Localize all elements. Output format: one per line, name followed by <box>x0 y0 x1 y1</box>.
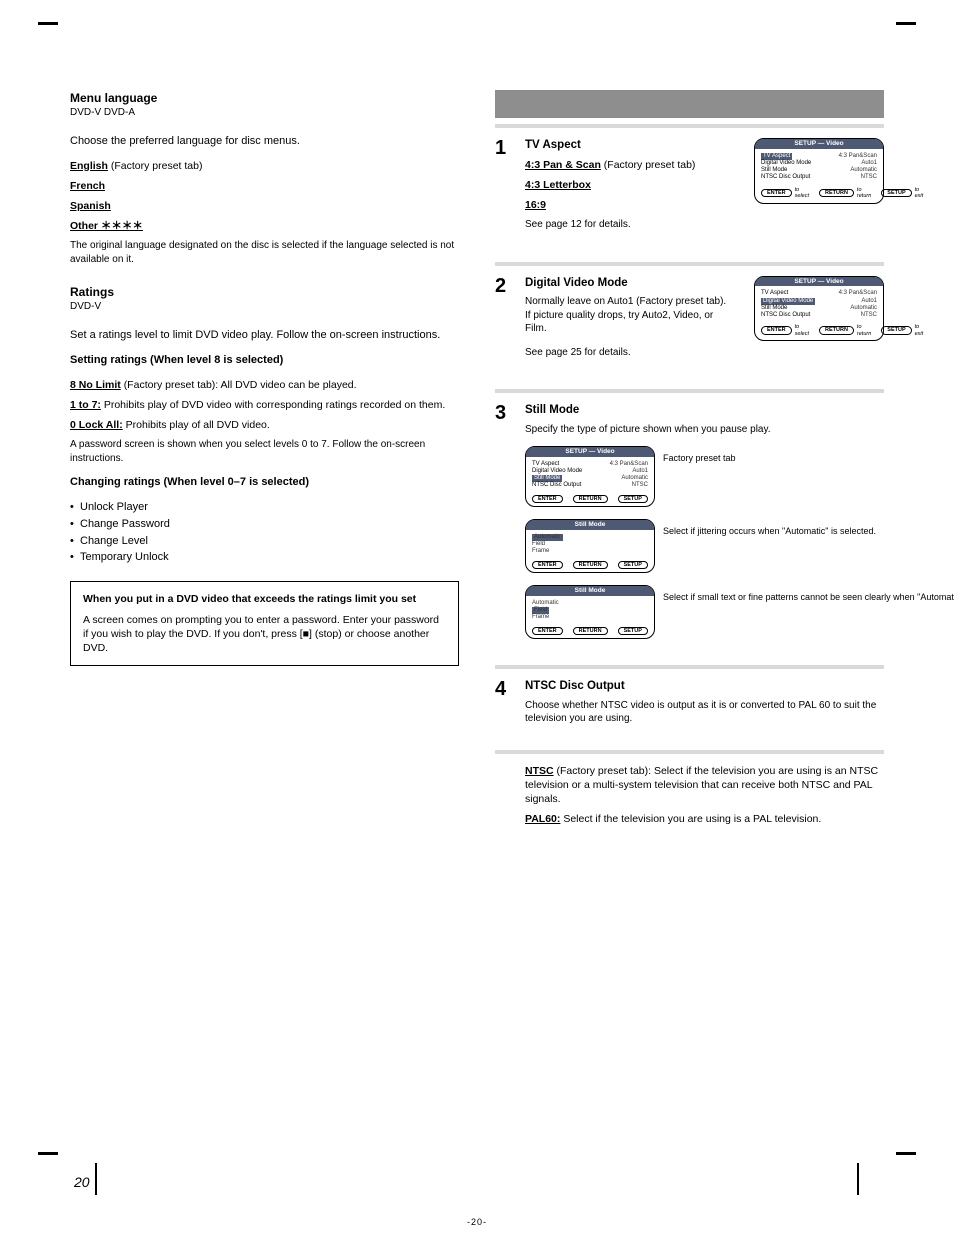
footer-code: -20- <box>467 1217 487 1227</box>
step-4: 4 NTSC Disc Output Choose whether NTSC v… <box>495 679 884 736</box>
password-note: A password screen is shown when you sele… <box>70 438 459 465</box>
menu-language-title: Menu language <box>70 90 459 106</box>
step-2: 2 Digital Video Mode Normally leave on A… <box>495 276 730 370</box>
changing-ratings-list: Unlock Player Change Password Change Lev… <box>70 500 459 565</box>
page-number: 20 <box>74 1174 90 1190</box>
menu-language-intro: Choose the preferred language for disc m… <box>70 134 459 149</box>
still-mode-callout-3: Still Mode Automatic Field Frame ENTER R… <box>525 585 954 639</box>
screen-tv-aspect: SETUP — Video TV Aspect4:3 Pan&Scan Digi… <box>754 138 884 204</box>
screen-dv-mode: SETUP — Video TV Aspect4:3 Pan&Scan Digi… <box>754 276 884 342</box>
menu-language-subtitle: DVD-V DVD-A <box>70 106 459 120</box>
menu-language-options: English (Factory preset tab) French Span… <box>70 159 459 234</box>
left-column: Menu language DVD-V DVD-A Choose the pre… <box>70 90 459 832</box>
ratings-intro: Set a ratings level to limit DVD video p… <box>70 328 459 343</box>
video-section-bar <box>495 90 884 118</box>
ratings-subtitle: DVD-V <box>70 300 459 314</box>
menu-language-note: The original language designated on the … <box>70 239 459 266</box>
still-mode-callout-1: SETUP — Video TV Aspect4:3 Pan&Scan Digi… <box>525 446 954 507</box>
setting-ratings-header: Setting ratings (When level 8 is selecte… <box>70 353 459 368</box>
ratings-title: Ratings <box>70 284 459 300</box>
still-mode-callout-2: Still Mode Automatic Field Frame ENTER R… <box>525 519 954 573</box>
right-column: 1 TV Aspect 4:3 Pan & Scan (Factory pres… <box>495 90 884 832</box>
step-1: 1 TV Aspect 4:3 Pan & Scan (Factory pres… <box>495 138 730 242</box>
step-3: 3 Still Mode Specify the type of picture… <box>495 403 884 651</box>
setting-ratings-list: 8 No Limit (Factory preset tab): All DVD… <box>70 378 459 433</box>
changing-ratings-header: Changing ratings (When level 0–7 is sele… <box>70 475 459 490</box>
ratings-warning-box: When you put in a DVD video that exceeds… <box>70 581 459 666</box>
